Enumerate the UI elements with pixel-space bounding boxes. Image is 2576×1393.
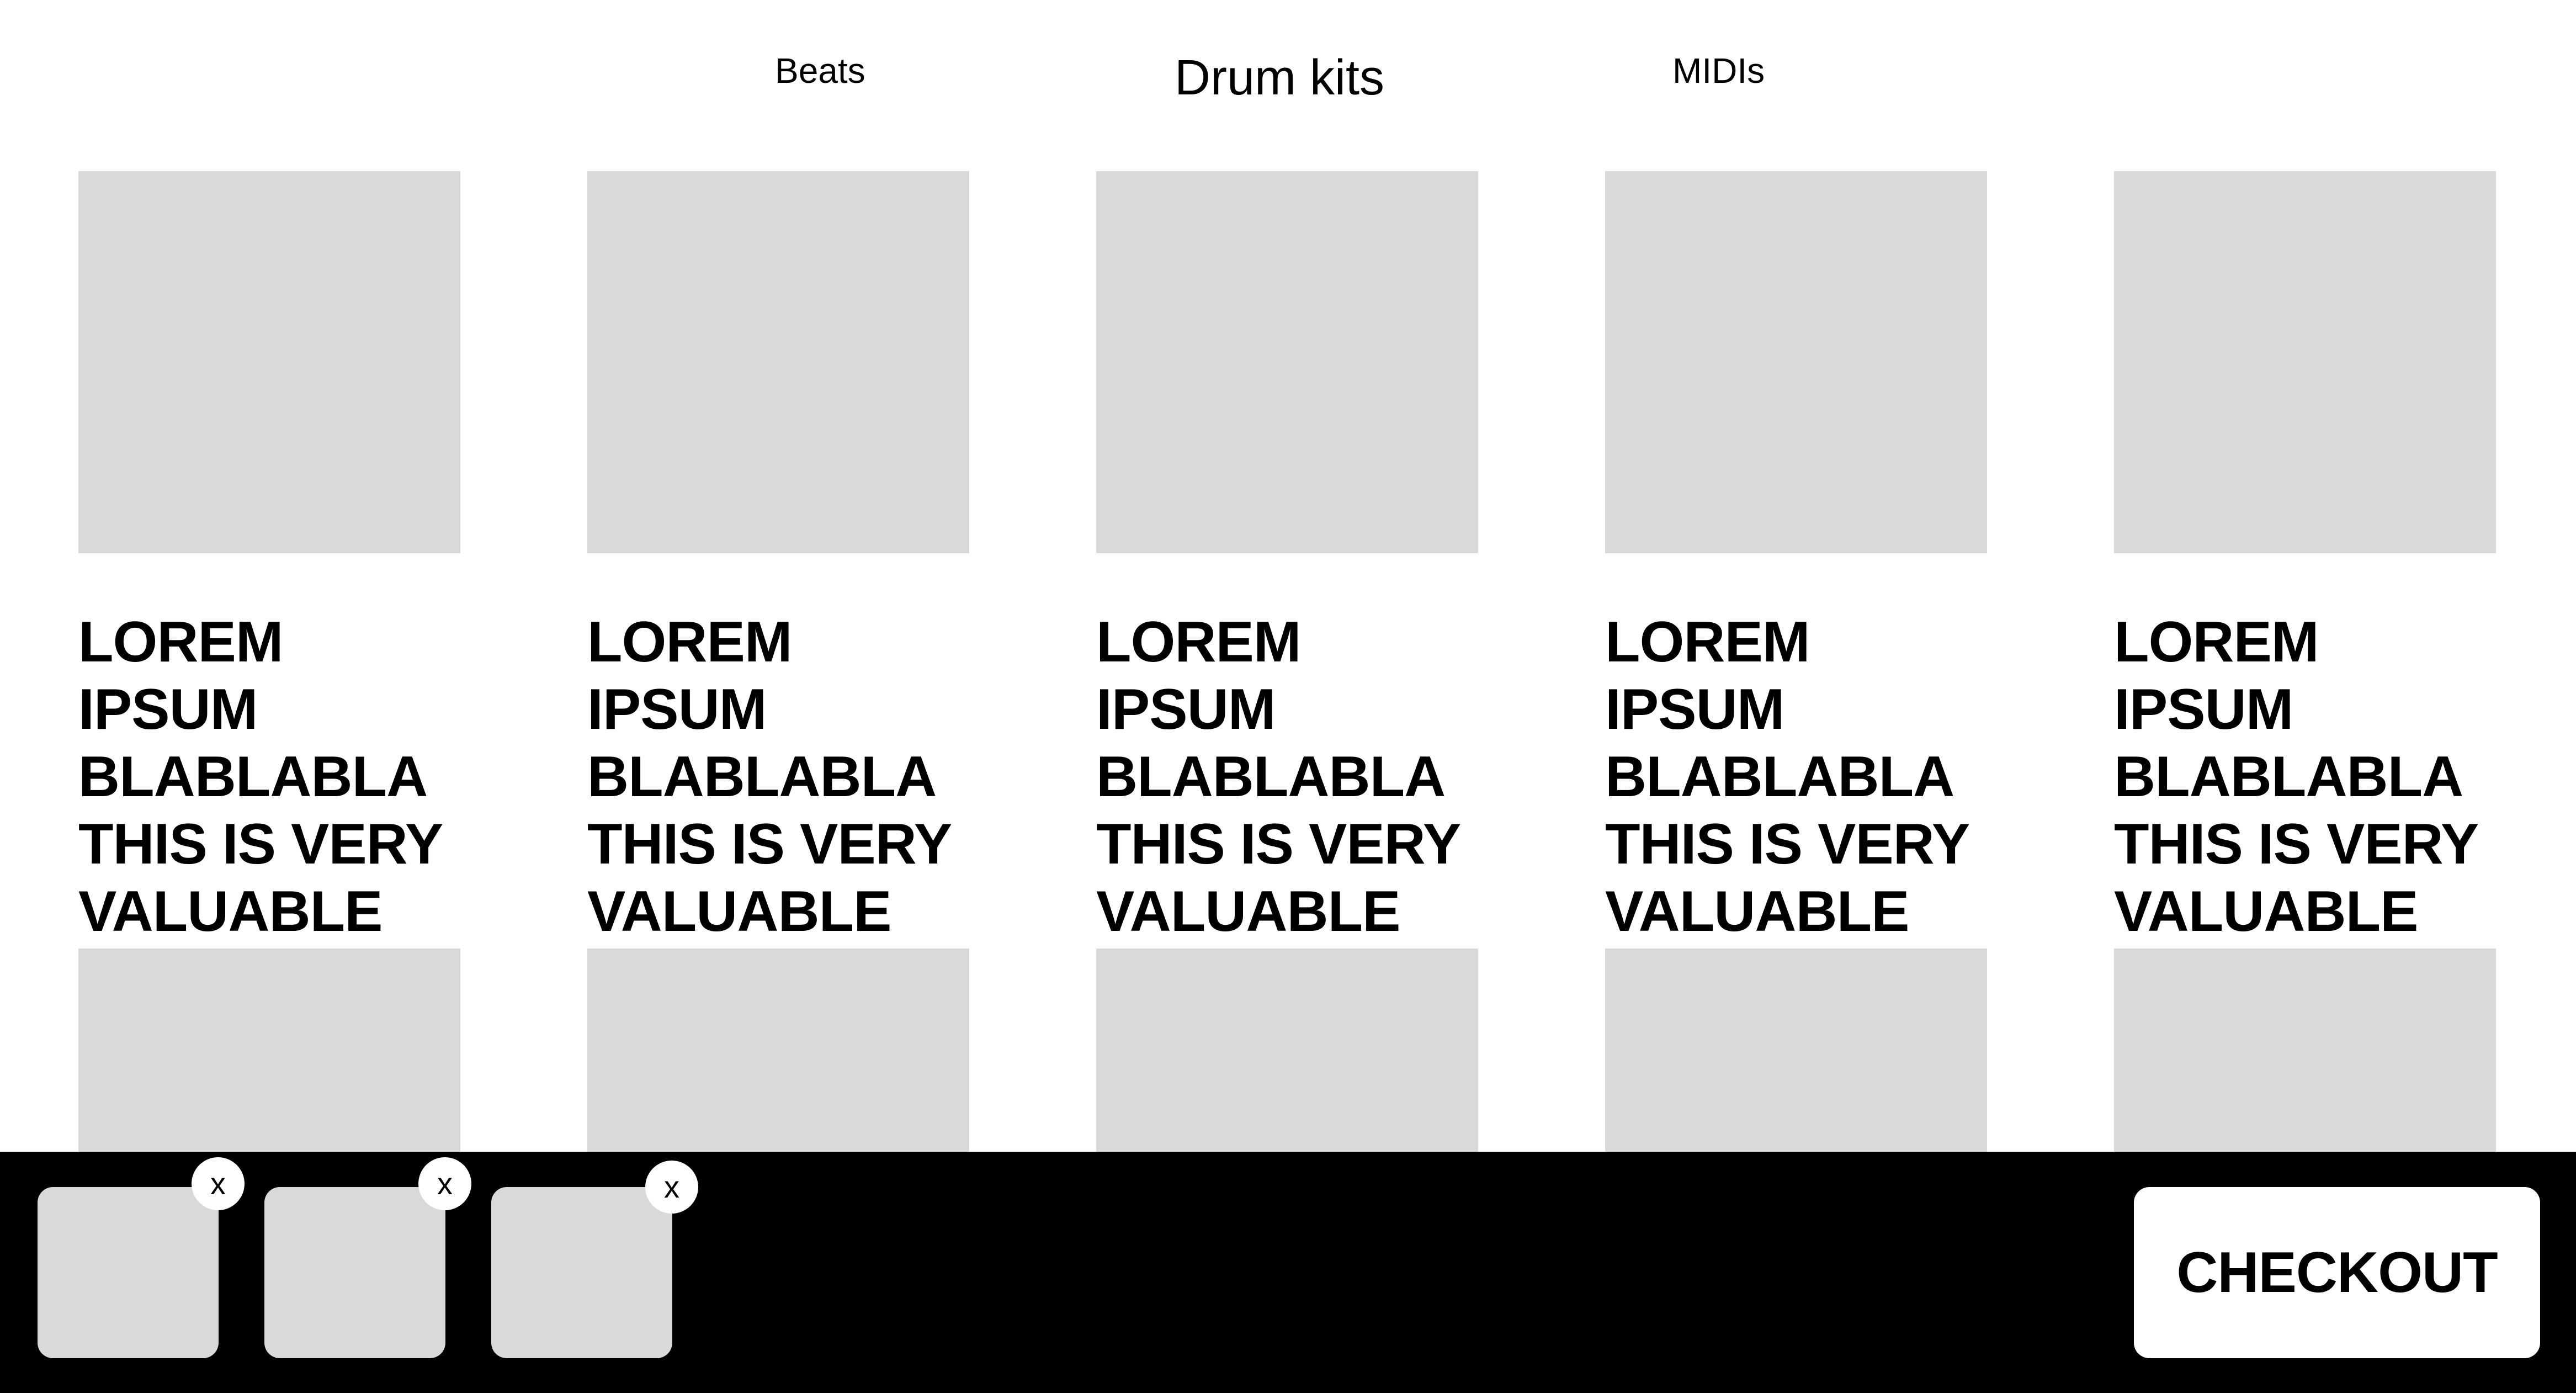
product-grid: LOREM IPSUM BLABLABLA THIS IS VERY VALUA… [78,171,2498,945]
nav-beats-link[interactable]: Beats [775,53,865,88]
close-icon: x [437,1166,453,1201]
product-title: LOREM IPSUM BLABLABLA THIS IS VERY VALUA… [1605,610,1970,944]
product-card[interactable]: LOREM IPSUM BLABLABLA THIS IS VERY VALUA… [78,171,460,945]
nav-drum-kits-link[interactable]: Drum kits [1175,53,1384,103]
product-card[interactable]: LOREM IPSUM BLABLABLA THIS IS VERY VALUA… [587,171,969,945]
close-icon: x [664,1169,679,1204]
product-thumbnail[interactable] [2114,171,2496,553]
product-card[interactable]: LOREM IPSUM BLABLABLA THIS IS VERY VALUA… [1605,171,1987,945]
cart-item[interactable] [38,1187,219,1358]
close-icon: x [210,1166,226,1201]
product-title: LOREM IPSUM BLABLABLA THIS IS VERY VALUA… [1096,610,1461,944]
cart-bar: x x x CHECKOUT [0,1152,2576,1393]
cart-item[interactable] [491,1187,672,1358]
remove-cart-item-button[interactable]: x [645,1161,698,1214]
product-title: LOREM IPSUM BLABLABLA THIS IS VERY VALUA… [78,610,443,944]
product-thumbnail[interactable] [587,171,969,553]
product-title: LOREM IPSUM BLABLABLA THIS IS VERY VALUA… [587,610,952,944]
product-thumbnail[interactable] [78,171,460,553]
product-card[interactable]: LOREM IPSUM BLABLABLA THIS IS VERY VALUA… [1096,171,1478,945]
product-thumbnail[interactable] [1605,171,1987,553]
product-card[interactable]: LOREM IPSUM BLABLABLA THIS IS VERY VALUA… [2114,171,2496,945]
remove-cart-item-button[interactable]: x [192,1157,245,1210]
nav-midis-link[interactable]: MIDIs [1672,53,1765,88]
product-title: LOREM IPSUM BLABLABLA THIS IS VERY VALUA… [2114,610,2479,944]
product-thumbnail[interactable] [1096,171,1478,553]
checkout-button[interactable]: CHECKOUT [2134,1187,2540,1358]
remove-cart-item-button[interactable]: x [418,1157,471,1210]
cart-item[interactable] [264,1187,445,1358]
